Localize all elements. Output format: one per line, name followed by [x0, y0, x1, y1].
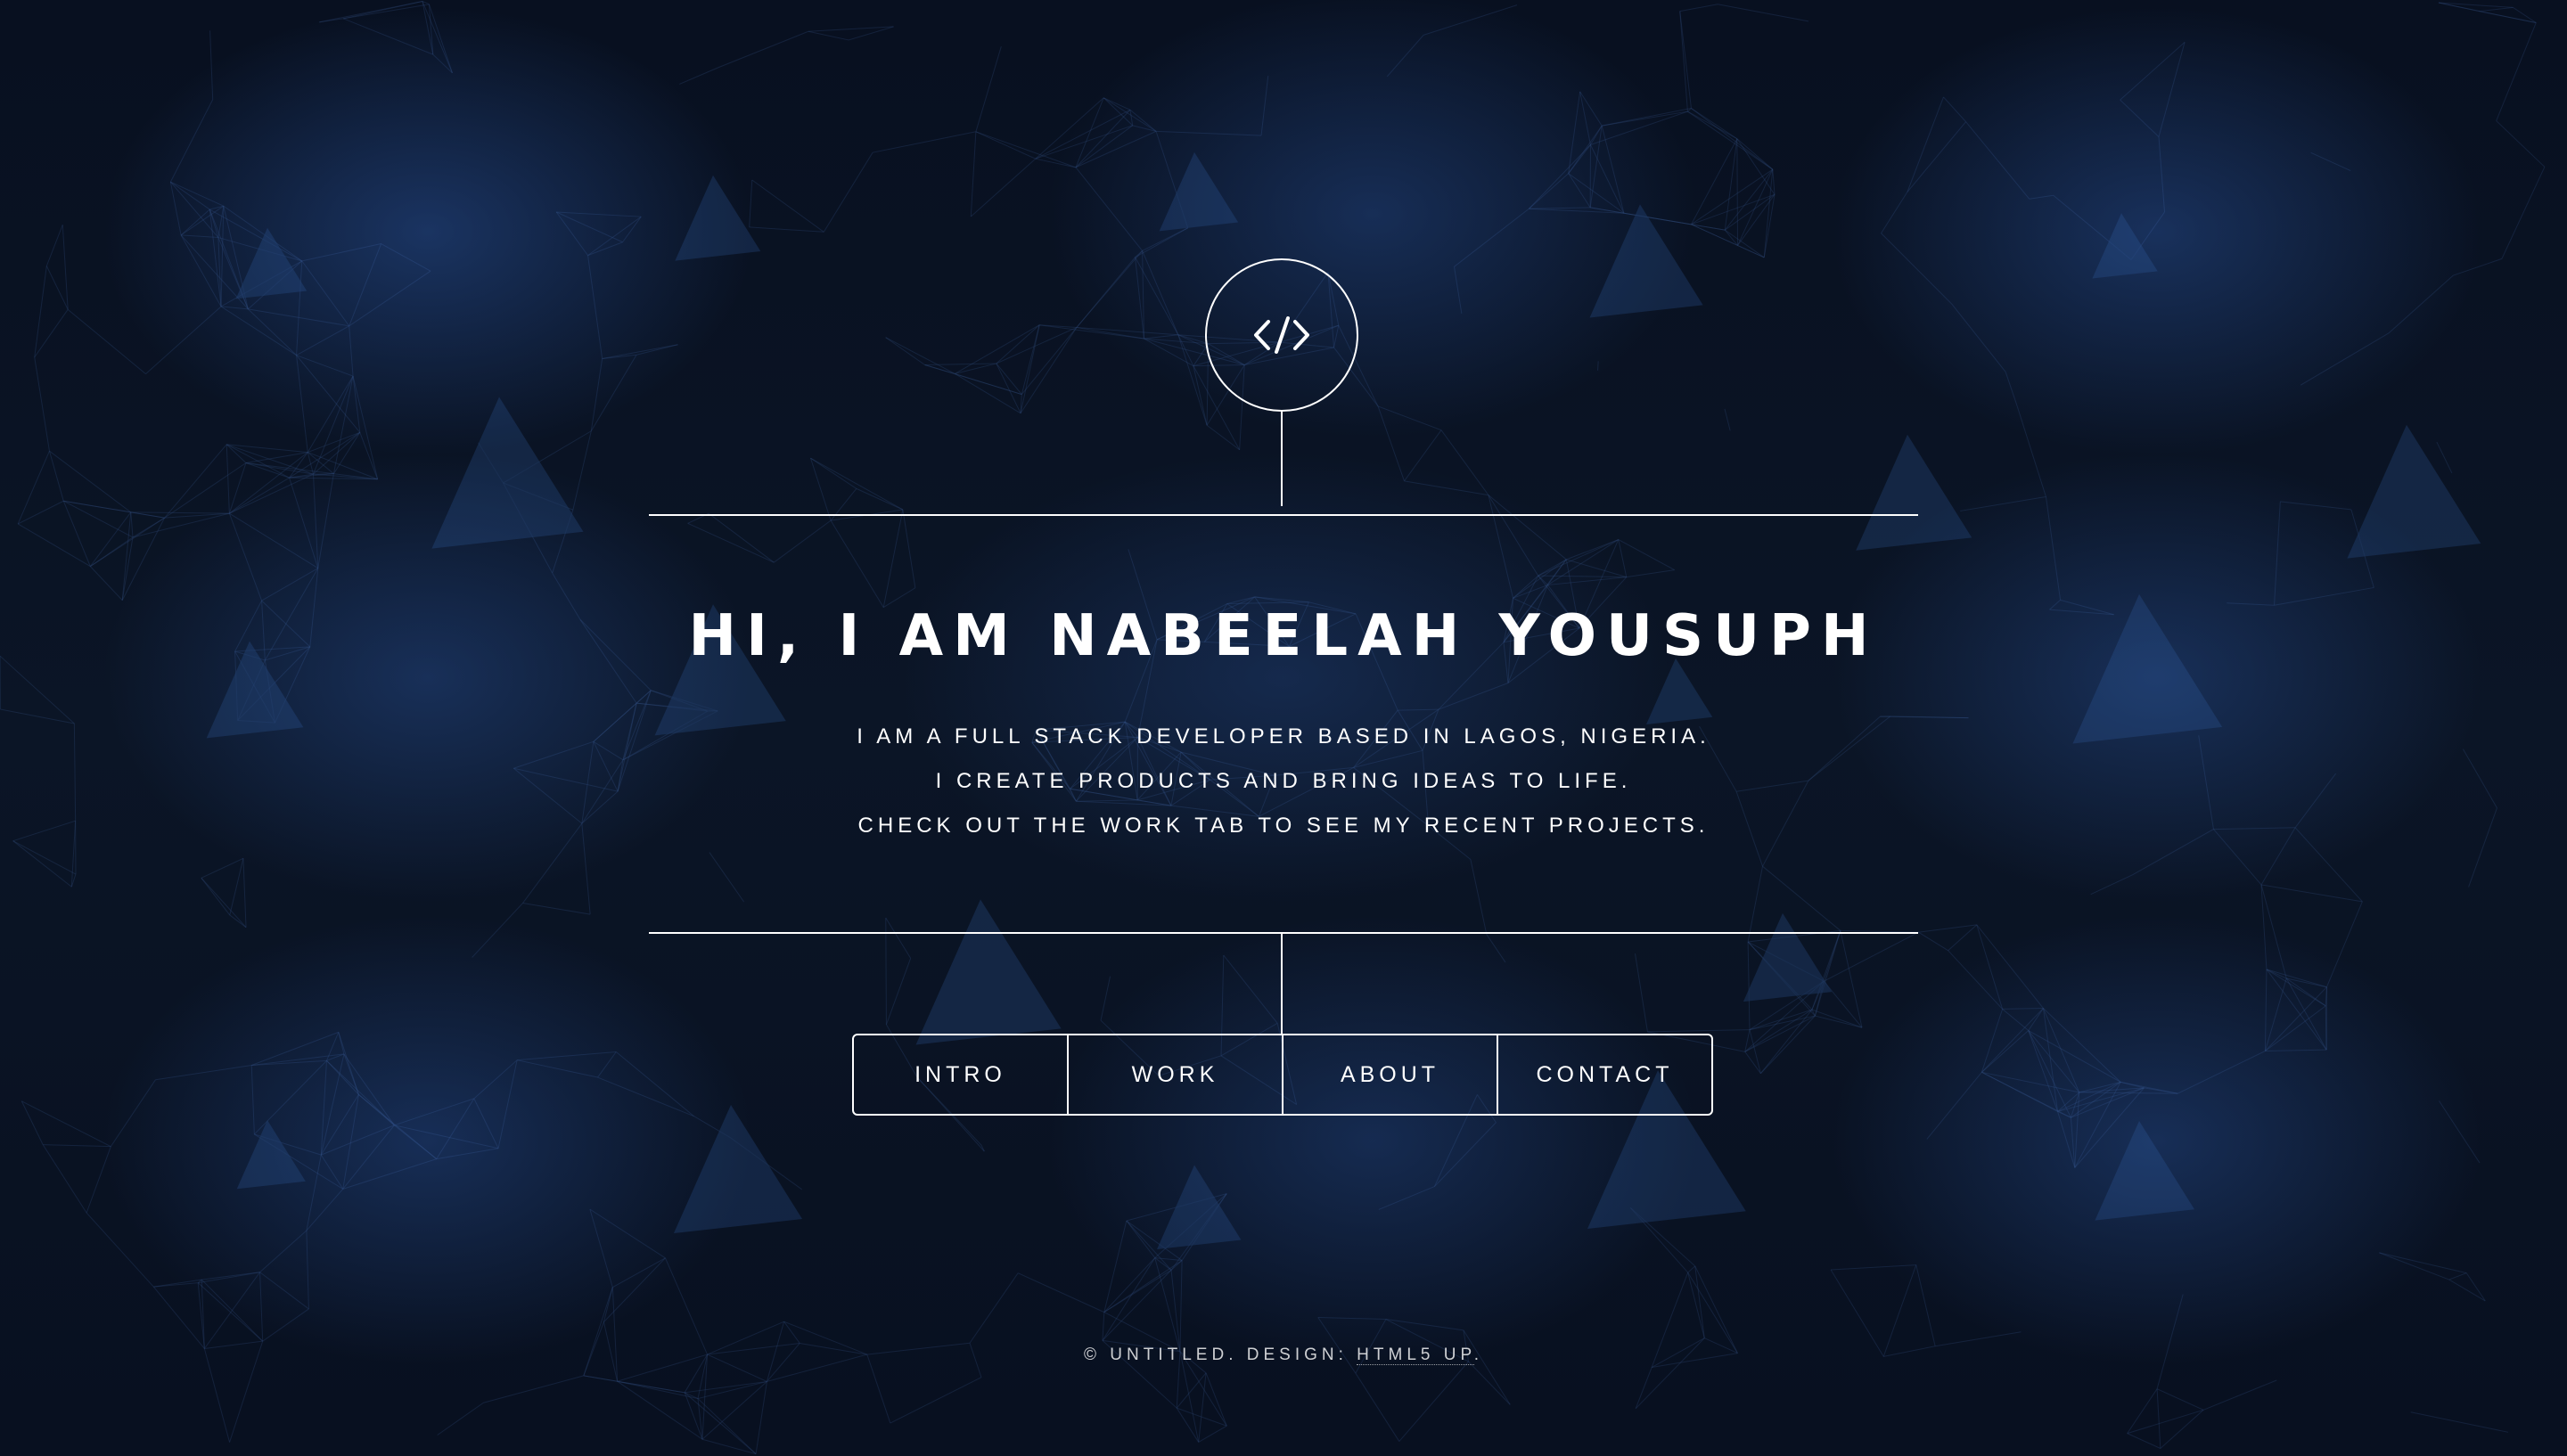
intro-text: I AM A FULL STACK DEVELOPER BASED IN LAG… — [649, 715, 1918, 848]
divider-top — [649, 514, 1918, 516]
logo — [1205, 258, 1358, 412]
nav-item-work[interactable]: WORK — [1067, 1035, 1282, 1114]
nav-item-about[interactable]: ABOUT — [1282, 1035, 1497, 1114]
main-panel: HI, I AM NABEELAH YOUSUPH I AM A FULL ST… — [649, 258, 1918, 1116]
connector-line-top — [1281, 412, 1283, 506]
footer-suffix: . — [1473, 1346, 1483, 1364]
footer-design-link[interactable]: HTML5 UP — [1357, 1346, 1474, 1365]
intro-line: CHECK OUT THE WORK TAB TO SEE MY RECENT … — [857, 814, 1710, 838]
page-background: HI, I AM NABEELAH YOUSUPH I AM A FULL ST… — [0, 0, 2567, 1456]
code-icon — [1254, 316, 1309, 354]
intro-line: I CREATE PRODUCTS AND BRING IDEAS TO LIF… — [935, 769, 1632, 793]
main-nav: INTRO WORK ABOUT CONTACT — [852, 1034, 1713, 1116]
connector-line-bottom — [1281, 934, 1283, 1034]
nav-item-intro[interactable]: INTRO — [854, 1035, 1067, 1114]
page-title: HI, I AM NABEELAH YOUSUPH — [688, 603, 1879, 669]
intro-line: I AM A FULL STACK DEVELOPER BASED IN LAG… — [857, 724, 1710, 748]
nav-item-contact[interactable]: CONTACT — [1497, 1035, 1711, 1114]
footer-copyright: © UNTITLED. DESIGN: — [1084, 1346, 1357, 1364]
footer: © UNTITLED. DESIGN: HTML5 UP. — [0, 1346, 2567, 1365]
divider-bottom — [649, 932, 1918, 934]
